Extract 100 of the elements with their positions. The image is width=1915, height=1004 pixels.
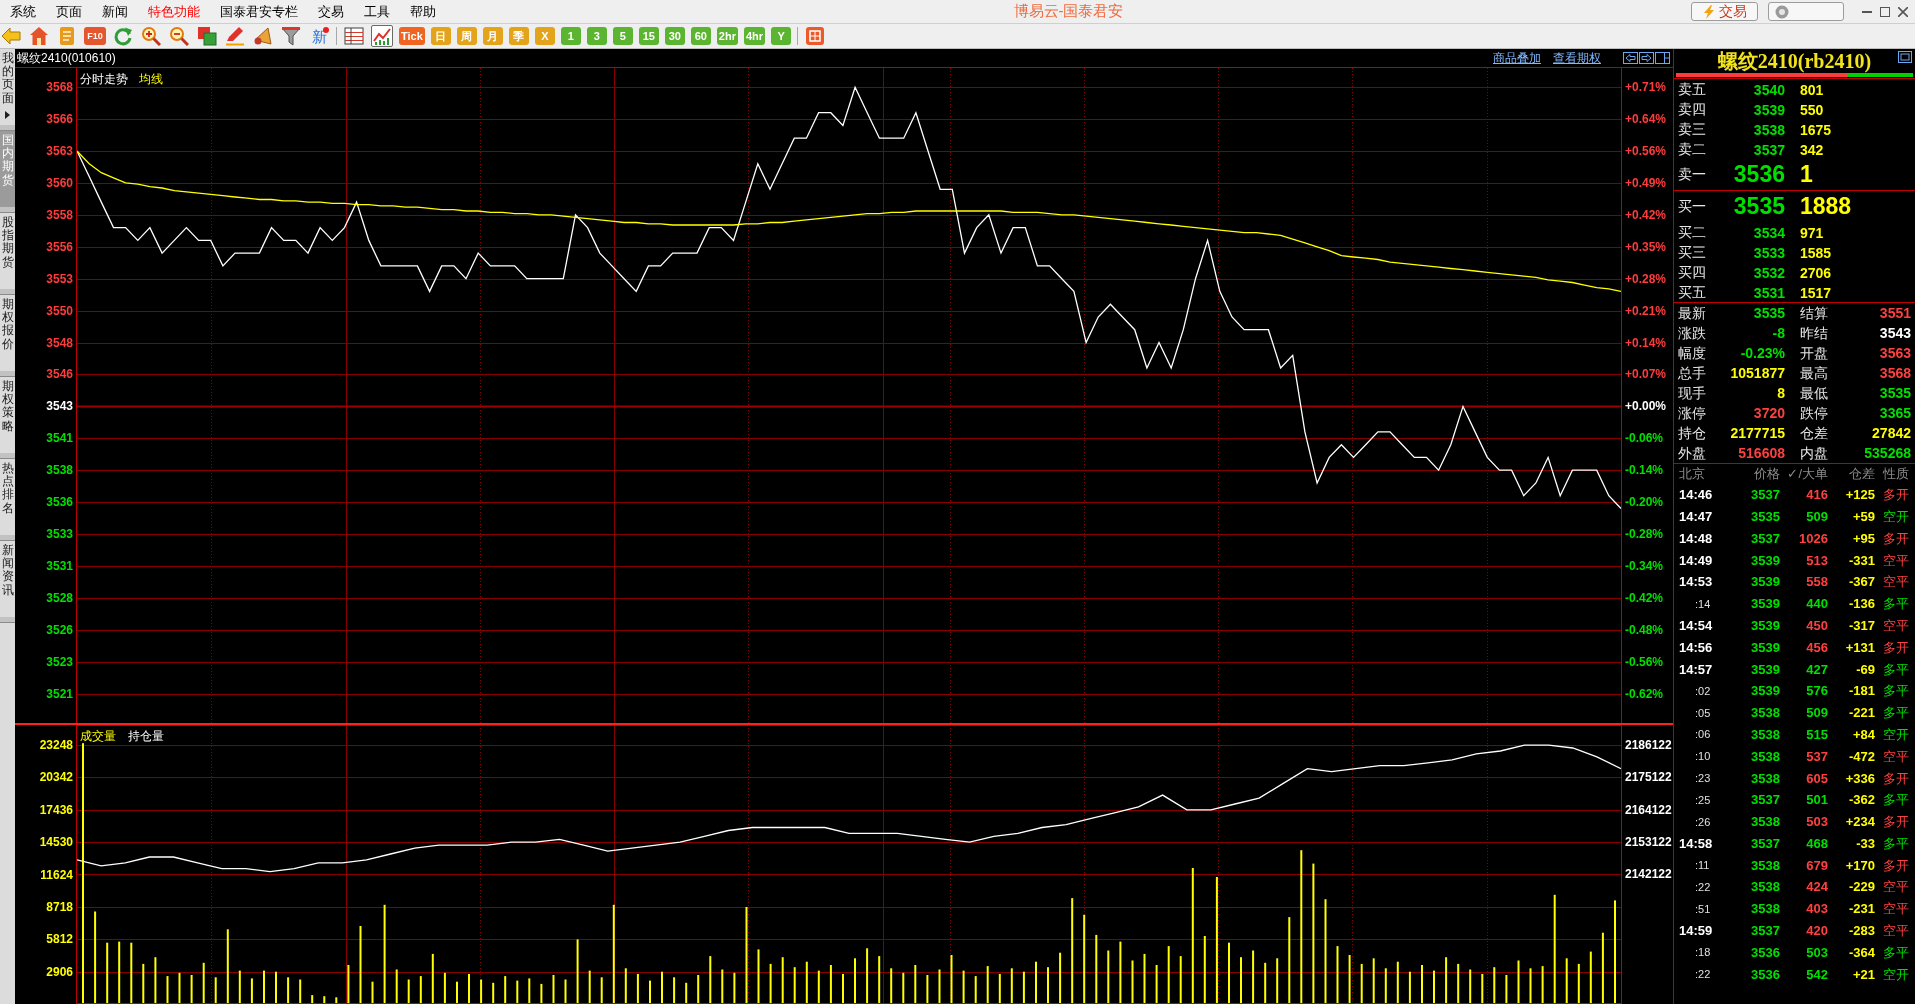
toolbar-button[interactable] — [112, 25, 134, 47]
time-cell-text: 14:48 — [1678, 529, 1714, 548]
volume-bar — [817, 970, 820, 1004]
price-cell-text: 3539 — [1750, 638, 1780, 657]
volume-bar — [214, 977, 217, 1004]
toolbar-button[interactable] — [168, 25, 190, 47]
axis-label: +0.49% — [1625, 175, 1667, 190]
toolbar-button[interactable] — [252, 25, 274, 47]
toolbar-button[interactable] — [28, 25, 50, 47]
volume-bar — [1372, 958, 1375, 1004]
period-button[interactable]: 1 — [560, 27, 581, 45]
f10-button[interactable]: F10 — [84, 27, 106, 45]
header-button[interactable] — [1639, 52, 1654, 64]
period-button[interactable]: 60 — [690, 27, 711, 45]
nature-cell-text: 多开 — [1882, 856, 1910, 875]
price-text: 3540 — [1752, 82, 1785, 97]
time-cell-text: 14:46 — [1678, 486, 1714, 505]
axis-label: 3543 — [46, 399, 73, 414]
period-button[interactable]: X — [534, 27, 555, 45]
stat-value: -0.23% — [1739, 343, 1785, 363]
toolbar-button[interactable] — [196, 25, 218, 47]
view-button[interactable] — [343, 25, 365, 47]
period-button[interactable]: 4hr — [743, 27, 766, 45]
volume-bar — [1022, 971, 1025, 1004]
volume-text: 2706 — [1799, 265, 1833, 280]
volume-cell-text: 450 — [1805, 616, 1828, 635]
order-level-label: 卖三 — [1677, 120, 1707, 139]
header-button[interactable] — [1623, 52, 1638, 64]
volume-bar — [287, 977, 290, 1004]
cone-icon — [253, 26, 273, 46]
menu-item[interactable]: 系统 — [0, 0, 46, 23]
axis-label: +0.00% — [1625, 399, 1667, 414]
axis-label: 17436 — [39, 802, 73, 817]
period-button[interactable]: 30 — [664, 27, 685, 45]
period-button[interactable]: 日 — [430, 27, 451, 45]
period-button[interactable]: 季 — [508, 27, 529, 45]
volume-bar — [588, 970, 591, 1004]
period-button[interactable]: Tick — [399, 27, 425, 45]
axis-label: 2142122 — [1625, 867, 1672, 882]
period-button[interactable]: Y — [771, 27, 792, 45]
nature-cell-text: 空开 — [1882, 725, 1910, 744]
volume-text: 1585 — [1799, 245, 1833, 260]
oi-change-cell-text: -229 — [1847, 878, 1875, 897]
axis-label: 23248 — [39, 737, 73, 752]
stat-value: 2177715 — [1729, 423, 1785, 443]
price-cell-text: 3538 — [1750, 813, 1780, 832]
period-button[interactable]: 5 — [612, 27, 633, 45]
close-icon — [1898, 6, 1908, 17]
axis-label: -0.42% — [1625, 590, 1664, 605]
period-button[interactable]: 3 — [586, 27, 607, 45]
menu-item[interactable]: 工具 — [354, 0, 400, 23]
app-title: 博易云-国泰君安 — [1013, 1, 1124, 22]
menu-item[interactable]: 新闻 — [92, 0, 138, 23]
period-button[interactable]: 15 — [638, 27, 659, 45]
volume-bar — [636, 973, 639, 1004]
icon-button[interactable] — [1768, 2, 1844, 21]
volume-bar — [1131, 960, 1134, 1004]
toolbar-button[interactable] — [280, 25, 302, 47]
period-button[interactable]: 周 — [456, 27, 477, 45]
volume-text: 1 — [1799, 163, 1814, 186]
volume-cell-text: 420 — [1805, 922, 1828, 941]
volume-text: 1517 — [1799, 285, 1833, 300]
axis-label: 3538 — [46, 463, 73, 478]
news-button[interactable]: 新 — [308, 25, 330, 47]
toolbar-button[interactable] — [140, 25, 162, 47]
period-button[interactable]: 2hr — [716, 27, 738, 45]
stat-value: 3551 — [1878, 303, 1912, 323]
menu-item[interactable]: 页面 — [46, 0, 92, 23]
header-button[interactable] — [1655, 52, 1670, 64]
period-button[interactable]: 月 — [482, 27, 503, 45]
menu-item[interactable]: 帮助 — [400, 0, 446, 23]
column-header: 价格 — [1753, 465, 1780, 484]
volume-bar — [1264, 962, 1267, 1004]
toolbar-button[interactable] — [0, 25, 22, 47]
maximize-button[interactable] — [1898, 51, 1912, 63]
volume-bar — [950, 955, 953, 1004]
time-cell-text: :18 — [1694, 945, 1712, 961]
menu-item[interactable]: 交易 — [308, 0, 354, 23]
trade-button[interactable]: 交易 — [1691, 2, 1758, 21]
volume-bar — [697, 975, 700, 1004]
header-link[interactable]: 商品叠加 — [1493, 49, 1541, 67]
price-text: 3536 — [1732, 163, 1785, 186]
axis-label: 3550 — [46, 303, 73, 318]
volume-cell-text: 456 — [1805, 638, 1828, 657]
volume-bar — [829, 965, 832, 1004]
volume-text: 801 — [1799, 82, 1825, 97]
toolbar-button[interactable] — [224, 25, 246, 47]
menu-item[interactable]: 国泰君安专栏 — [210, 0, 308, 23]
volume-text: 971 — [1799, 225, 1825, 240]
toolbar-button[interactable] — [804, 25, 827, 47]
axis-label: 3541 — [46, 431, 73, 446]
volume-bar — [323, 996, 326, 1004]
menu-item[interactable]: 特色功能 — [138, 0, 210, 23]
view-button[interactable] — [371, 25, 393, 47]
volume-bar — [1469, 969, 1472, 1004]
time-cell-text: 14:57 — [1678, 660, 1714, 679]
volume-bar — [480, 979, 483, 1004]
volume-bar — [1059, 952, 1062, 1004]
header-link[interactable]: 查看期权 — [1553, 49, 1601, 67]
price-text: 3539 — [1752, 102, 1785, 117]
